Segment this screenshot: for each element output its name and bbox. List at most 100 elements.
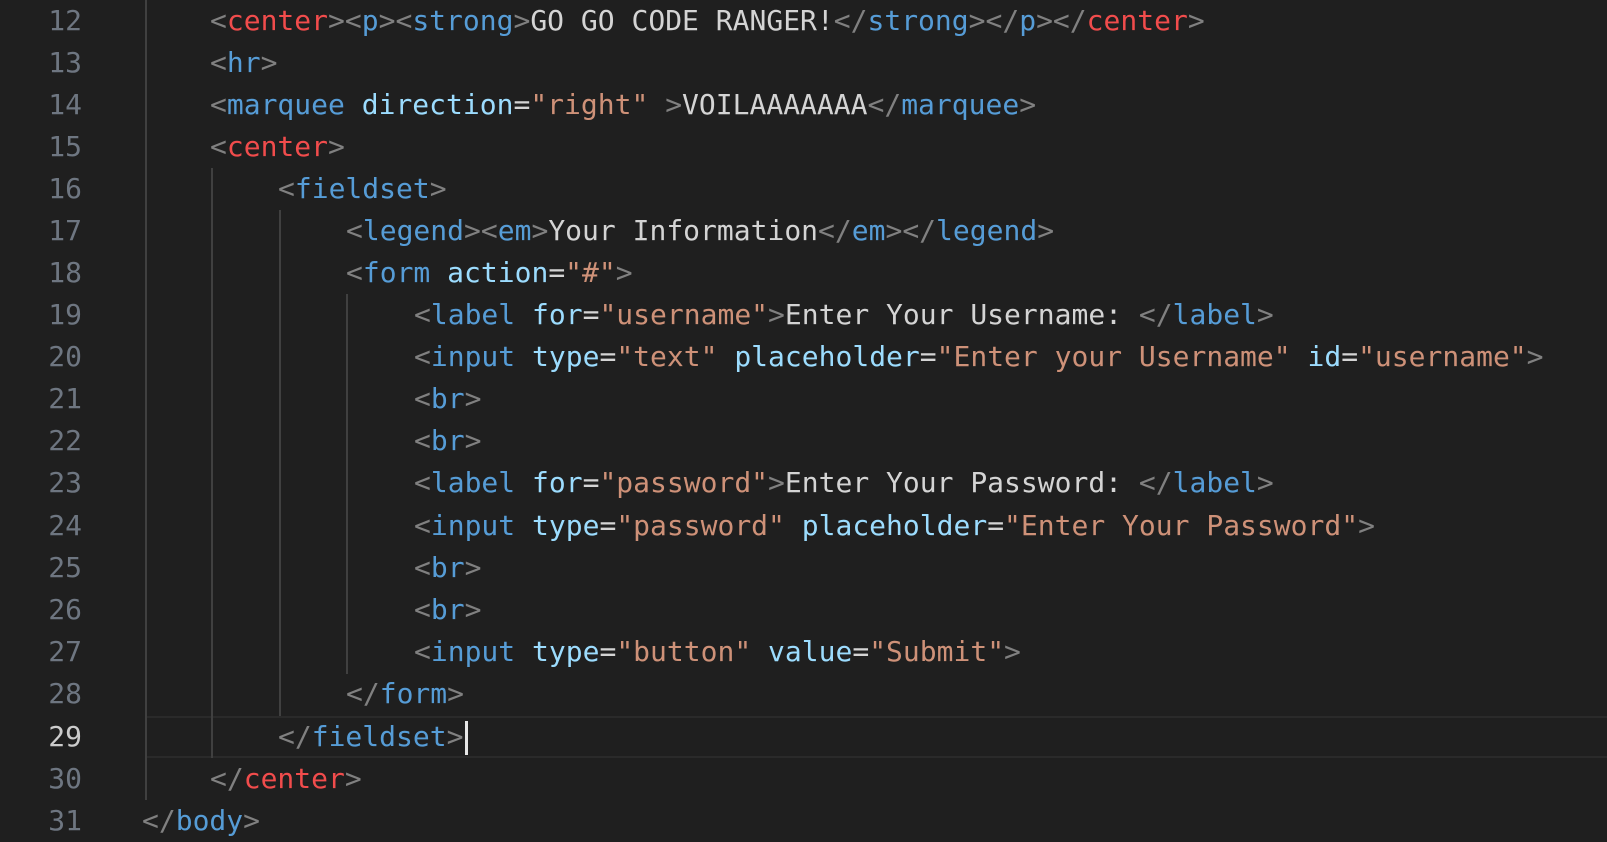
- line-number: 13: [48, 46, 82, 79]
- line-number: 25: [48, 551, 82, 584]
- attribute-name: type: [532, 340, 600, 373]
- tag-name: label: [1172, 466, 1257, 499]
- attribute-name: for: [532, 466, 583, 499]
- attribute-value: "Enter Your Password": [1004, 509, 1359, 542]
- code-line-28: </form>: [346, 677, 465, 710]
- line-number-gutter: 12 13 14 15 16 17 18 19 20 21 22 23 24 2…: [0, 0, 128, 842]
- text-content: Your Information: [548, 214, 819, 247]
- line-number-active: 29: [48, 720, 82, 753]
- attribute-value: "username": [1358, 340, 1527, 373]
- text-cursor: [465, 721, 468, 755]
- code-line-30: </center>: [210, 762, 362, 795]
- attribute-name: direction: [361, 88, 514, 121]
- code-line-26: <br>: [414, 593, 482, 626]
- code-area[interactable]: <center><p><strong>GO GO CODE RANGER!</s…: [142, 0, 1607, 842]
- attribute-name: action: [447, 256, 549, 289]
- attribute-value: "#": [565, 256, 616, 289]
- tag-name: center: [226, 4, 329, 37]
- tag-name: strong: [867, 4, 969, 37]
- tag-name: hr: [226, 46, 261, 79]
- line-number: 20: [48, 340, 82, 373]
- code-line-15: <center>: [210, 130, 345, 163]
- tag-name: br: [430, 551, 465, 584]
- line-number: 22: [48, 424, 82, 457]
- code-line-12: <center><p><strong>GO GO CODE RANGER!</s…: [210, 4, 1205, 37]
- code-line-17: <legend><em>Your Information</em></legen…: [346, 214, 1055, 247]
- line-number: 14: [48, 88, 82, 121]
- tag-name: center: [1086, 4, 1188, 37]
- code-line-20: <input type="text" placeholder="Enter yo…: [414, 340, 1544, 373]
- line-number: 16: [48, 172, 82, 205]
- attribute-value: "button": [616, 635, 752, 668]
- text-content: GO GO CODE RANGER!: [530, 4, 834, 37]
- line-number: 23: [48, 466, 82, 499]
- code-line-21: <br>: [414, 382, 482, 415]
- tag-name: fieldset: [311, 720, 447, 753]
- line-number: 21: [48, 382, 82, 415]
- attribute-value: "right": [530, 88, 649, 121]
- line-number: 24: [48, 509, 82, 542]
- tag-name: label: [430, 298, 516, 331]
- attribute-value: "password": [599, 466, 769, 499]
- attribute-name: placeholder: [734, 340, 920, 373]
- text-content: VOILAAAAAAA: [682, 88, 868, 121]
- tag-name: p: [361, 4, 379, 37]
- tag-name: marquee: [226, 88, 345, 121]
- tag-name: br: [430, 593, 465, 626]
- code-line-16: <fieldset>: [278, 172, 447, 205]
- tag-name: input: [430, 509, 516, 542]
- tag-name: body: [175, 804, 244, 837]
- code-line-24: <input type="password" placeholder="Ente…: [414, 509, 1375, 542]
- code-line-23: <label for="password">Enter Your Passwor…: [414, 466, 1274, 499]
- attribute-name: for: [532, 298, 583, 331]
- tag-name: br: [430, 382, 465, 415]
- line-number: 27: [48, 635, 82, 668]
- tag-name: marquee: [901, 88, 1020, 121]
- attribute-name: value: [768, 635, 853, 668]
- attribute-name: type: [532, 509, 600, 542]
- attribute-value: "username": [599, 298, 769, 331]
- attribute-name: id: [1307, 340, 1342, 373]
- line-number: 28: [48, 677, 82, 710]
- tag-name: input: [430, 340, 516, 373]
- code-line-29: </fieldset>: [278, 720, 464, 753]
- tag-name: br: [430, 424, 465, 457]
- tag-name: input: [430, 635, 516, 668]
- code-line-27: <input type="button" value="Submit">: [414, 635, 1021, 668]
- tag-name: center: [243, 762, 345, 795]
- code-line-25: <br>: [414, 551, 482, 584]
- tag-name: strong: [412, 4, 514, 37]
- line-number: 26: [48, 593, 82, 626]
- tag-name: label: [1172, 298, 1257, 331]
- code-editor[interactable]: 12 13 14 15 16 17 18 19 20 21 22 23 24 2…: [0, 0, 1607, 842]
- text-content: Enter Your Username:: [784, 298, 1139, 331]
- attribute-value: "Enter your Username": [936, 340, 1291, 373]
- tag-name: legend: [936, 214, 1038, 247]
- tag-name: em: [851, 214, 886, 247]
- tag-name: p: [1019, 4, 1037, 37]
- code-line-14: <marquee direction="right" >VOILAAAAAAA<…: [210, 88, 1037, 121]
- line-number: 12: [48, 4, 82, 37]
- attribute-value: "text": [616, 340, 718, 373]
- code-line-22: <br>: [414, 424, 482, 457]
- line-number: 17: [48, 214, 82, 247]
- tag-name: fieldset: [294, 172, 430, 205]
- tag-name: label: [430, 466, 516, 499]
- code-line-31: </body>: [142, 804, 261, 837]
- tag-name: legend: [362, 214, 465, 247]
- attribute-name: type: [532, 635, 600, 668]
- code-line-19: <label for="username">Enter Your Usernam…: [414, 298, 1274, 331]
- line-number: 19: [48, 298, 82, 331]
- attribute-name: placeholder: [801, 509, 988, 542]
- line-number: 18: [48, 256, 82, 289]
- line-number: 31: [48, 804, 82, 837]
- text-content: Enter Your Password:: [784, 466, 1139, 499]
- code-line-18: <form action="#">: [346, 256, 633, 289]
- tag-name: form: [379, 677, 448, 710]
- tag-name: center: [226, 130, 329, 163]
- line-number: 30: [48, 762, 82, 795]
- tag-name: form: [362, 256, 431, 289]
- code-line-13: <hr>: [210, 46, 278, 79]
- attribute-value: "password": [616, 509, 785, 542]
- attribute-value: "Submit": [869, 635, 1005, 668]
